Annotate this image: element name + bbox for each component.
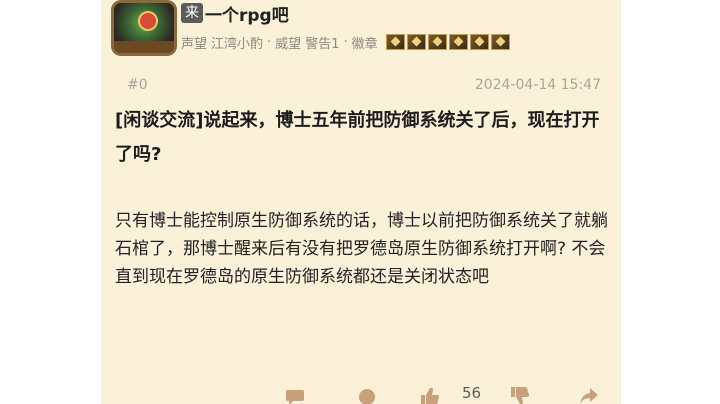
floor-number: #0	[127, 77, 148, 93]
username[interactable]: 来 一个rpg吧	[181, 2, 289, 26]
meta-sep: ·	[267, 34, 272, 50]
post-body: 只有博士能控制原生防御系统的话，博士以前把防御系统关了就躺石棺了，那博士醒来后有…	[115, 211, 608, 287]
post-timestamp: 2024-04-14 15:47	[474, 77, 601, 93]
meta-sep: ·	[343, 34, 348, 50]
avatar[interactable]	[111, 0, 177, 56]
badge-icon	[469, 34, 489, 50]
user-tag: 来	[181, 3, 203, 23]
like-count: 56	[462, 384, 482, 402]
action-bar: 56	[101, 380, 621, 404]
meta-title: 江湾小酌	[211, 36, 264, 52]
meta-prestige: 威望	[275, 36, 302, 52]
meta-warning: 警告1	[305, 36, 340, 52]
badge-icon	[406, 34, 426, 50]
badges	[385, 34, 510, 50]
badge-icon	[385, 34, 405, 50]
reply-icon[interactable]	[285, 386, 305, 404]
post-title: [闲谈交流]说起来，博士五年前把防御系统关了后，现在打开了吗?	[115, 110, 600, 165]
avatar-band	[114, 41, 174, 53]
meta-reputation: 声望	[181, 36, 208, 52]
share-icon[interactable]	[579, 386, 599, 404]
badge-icon	[490, 34, 510, 50]
dislike-icon[interactable]	[509, 386, 529, 404]
avatar-gem	[138, 11, 158, 31]
badge-icon	[448, 34, 468, 50]
user-meta: 声望 江湾小酌 · 威望 警告1 · 徽章	[181, 32, 510, 52]
like-icon[interactable]	[419, 386, 439, 404]
comment-icon[interactable]	[357, 386, 377, 404]
meta-badges-label: 徽章	[351, 36, 378, 52]
user-name: 一个rpg吧	[205, 5, 289, 26]
badge-icon	[427, 34, 447, 50]
post-panel: 来 一个rpg吧 声望 江湾小酌 · 威望 警告1 · 徽章 #0 2024-0…	[101, 0, 621, 404]
